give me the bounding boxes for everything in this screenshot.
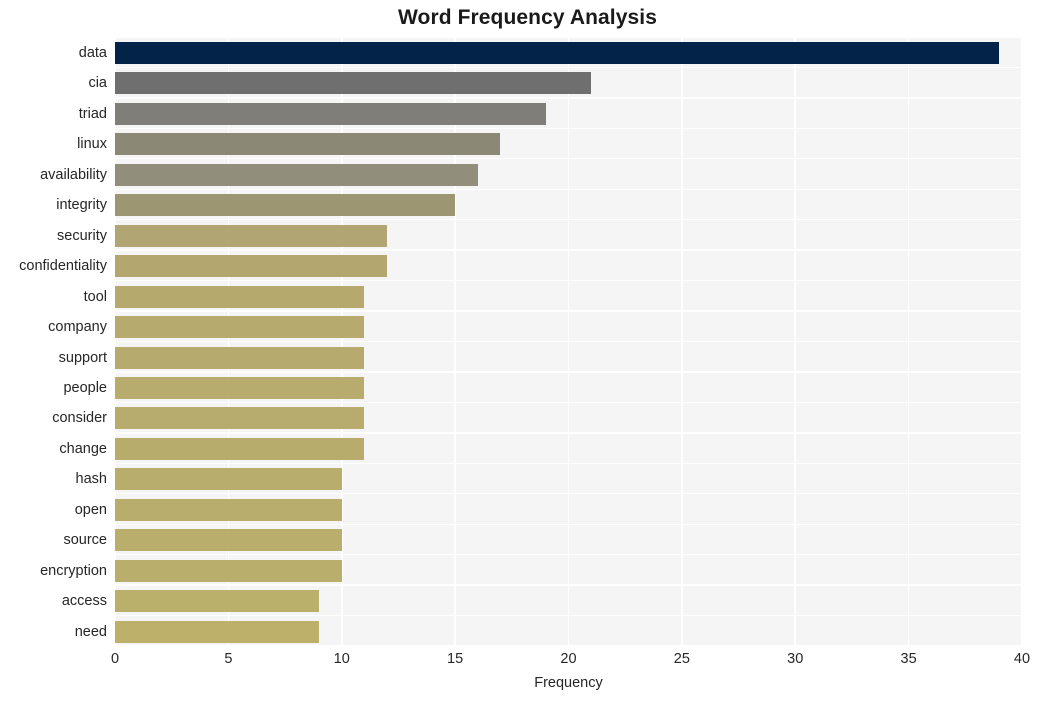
y-tick-label-access: access	[61, 593, 107, 610]
y-tick-label-support: support	[58, 349, 107, 366]
x-axis-tick-labels: 0 5 10 15 20 25 30 35 40	[111, 651, 1030, 673]
y-tick-label-cia: cia	[88, 75, 107, 92]
y-axis-tick-labels: data cia triad linux availability integrity se…	[0, 37, 107, 646]
y-tick-label-need: need	[74, 623, 107, 640]
y-tick-label-change: change	[59, 440, 107, 457]
bar-source	[115, 529, 342, 552]
x-tick-label-30: 30	[787, 651, 804, 667]
bar-company	[115, 316, 365, 339]
y-tick-label-company: company	[48, 319, 107, 336]
y-tick-label-integrity: integrity	[56, 197, 107, 214]
bar-hash	[115, 468, 342, 491]
word-frequency-chart-figure: Word Frequency Analysis data cia triad linu…	[0, 0, 1055, 701]
chart-title: Word Frequency Analysis	[397, 6, 658, 29]
bar-cia	[115, 72, 592, 95]
bar-triad	[115, 102, 546, 125]
x-tick-label-40: 40	[1013, 651, 1031, 667]
bars-layer	[115, 37, 1022, 646]
x-tick-label-20: 20	[560, 651, 577, 667]
bar-confidentiality	[115, 255, 388, 278]
y-tick-label-availability: availability	[40, 166, 107, 183]
x-tick-label-35: 35	[900, 651, 917, 667]
bar-access	[115, 590, 320, 613]
plot-area	[114, 36, 1023, 647]
bar-integrity	[115, 194, 456, 217]
y-tick-label-triad: triad	[78, 105, 107, 122]
y-tick-label-data: data	[78, 45, 107, 61]
y-tick-label-security: security	[57, 227, 107, 244]
bar-encryption	[115, 559, 342, 582]
bar-open	[115, 498, 342, 521]
y-tick-label-tool: tool	[83, 288, 107, 305]
x-tick-label-15: 15	[447, 651, 464, 667]
y-tick-label-linux: linux	[77, 136, 107, 153]
y-tick-label-open: open	[74, 501, 107, 518]
x-axis-title: Frequency	[534, 675, 603, 691]
bar-tool	[115, 285, 365, 308]
y-tick-label-source: source	[63, 532, 107, 549]
bar-linux	[115, 133, 501, 156]
x-tick-label-5: 5	[224, 651, 233, 667]
y-tick-label-confidentiality: confidentiality	[19, 258, 107, 275]
y-tick-label-people: people	[63, 379, 107, 396]
bar-need	[115, 620, 320, 643]
bar-support	[115, 346, 365, 369]
bar-data	[115, 42, 1000, 64]
y-tick-label-consider: consider	[52, 410, 107, 427]
bar-change	[115, 437, 365, 460]
x-tick-label-10: 10	[333, 651, 350, 667]
x-tick-label-25: 25	[673, 651, 690, 667]
x-tick-label-0: 0	[110, 651, 120, 667]
y-tick-label-hash: hash	[75, 471, 107, 488]
bar-availability	[115, 163, 478, 186]
bar-consider	[115, 407, 365, 430]
bar-people	[115, 376, 365, 399]
y-tick-label-encryption: encryption	[40, 562, 107, 579]
bar-security	[115, 224, 388, 247]
